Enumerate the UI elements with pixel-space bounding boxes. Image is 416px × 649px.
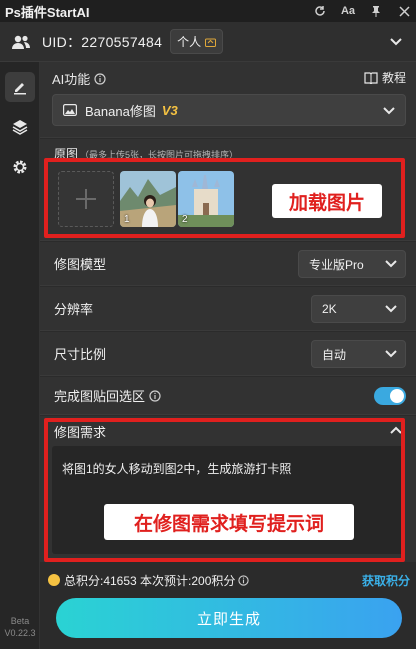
ratio-value: 自动 [322,347,347,362]
paste-back-setting-row: 完成图贴回选区 [40,377,416,415]
edit-icon [14,83,26,95]
get-points-link[interactable]: 获取积分 [362,572,410,589]
resolution-value: 2K [322,302,337,316]
ratio-dropdown[interactable]: 自动 [311,340,406,368]
ratio-setting-row: 尺寸比例 自动 [40,332,416,376]
sidebar-item-edit[interactable] [5,72,35,102]
app-title: Ps插件StartAI [5,4,90,20]
tutorial-label: 教程 [381,71,406,85]
user-row: UID：2270557484 个人 [0,22,416,62]
account-type-badge[interactable]: 个人 [170,29,224,54]
book-icon [364,71,378,84]
ai-model-name: Banana修图 [85,103,156,119]
ai-model-select[interactable]: Banana修图 V3 [52,94,406,126]
info-icon[interactable] [238,574,250,586]
model-setting-row: 修图模型 专业版Pro [40,242,416,286]
version-label: V0.22.3 [4,628,36,638]
refresh-icon[interactable] [308,0,332,22]
layers-icon [12,120,28,135]
font-size-button[interactable]: Aa [336,0,360,22]
annotation-fill-prompt: 在修图需求填写提示词 [104,504,354,540]
coin-icon [48,574,60,586]
points-text: 总积分:41653 本次预计:200积分 [64,573,236,588]
pin-icon[interactable] [364,0,388,22]
image-icon [63,104,77,116]
points-row: 总积分:41653 本次预计:200积分 获取积分 [40,570,416,590]
chevron-down-icon [385,257,397,271]
toggle-knob [390,389,404,403]
main-panel: AI功能 教程 Banana修图 V3 原图 （最多上传5张，长按图片可拖拽排序） [40,62,416,649]
resolution-label: 分辨率 [54,302,94,317]
model-dropdown-value: 专业版Pro [309,257,364,272]
ai-function-label: AI功能 [52,72,91,87]
paste-back-label: 完成图贴回选区 [54,389,146,404]
users-icon [10,31,32,53]
ai-function-header: AI功能 [52,69,106,88]
tutorial-link[interactable]: 教程 [364,69,406,86]
resolution-dropdown[interactable]: 2K [311,295,406,323]
sidebar: Beta V0.22.3 [0,62,40,649]
crown-icon [205,38,217,47]
resolution-setting-row: 分辨率 2K [40,287,416,331]
sidebar-item-layers[interactable] [5,112,35,142]
account-type-label: 个人 [177,35,202,49]
beta-label: Beta [10,616,30,626]
model-dropdown[interactable]: 专业版Pro [298,250,406,278]
ratio-label: 尺寸比例 [54,347,107,362]
chevron-down-icon[interactable] [382,37,410,46]
highlight-box-request [44,418,405,562]
ai-function-section: AI功能 教程 Banana修图 V3 [40,62,416,138]
chevron-down-icon [385,302,397,316]
close-icon[interactable] [392,0,416,22]
model-setting-label: 修图模型 [54,257,107,272]
sidebar-item-settings[interactable] [5,152,35,182]
chevron-down-icon [385,347,397,361]
paste-back-toggle[interactable] [374,387,406,405]
info-icon[interactable] [94,72,106,85]
annotation-load-image: 加载图片 [272,184,382,218]
version-info: Beta V0.22.3 [0,615,40,639]
gear-icon [13,160,27,174]
ai-model-version: V3 [161,102,178,118]
uid-label: UID：2270557484 [42,33,163,50]
info-icon[interactable] [149,389,161,402]
generate-button[interactable]: 立即生成 [56,598,402,638]
chevron-down-icon [383,103,395,118]
title-bar: Ps插件StartAI Aa [0,0,416,22]
